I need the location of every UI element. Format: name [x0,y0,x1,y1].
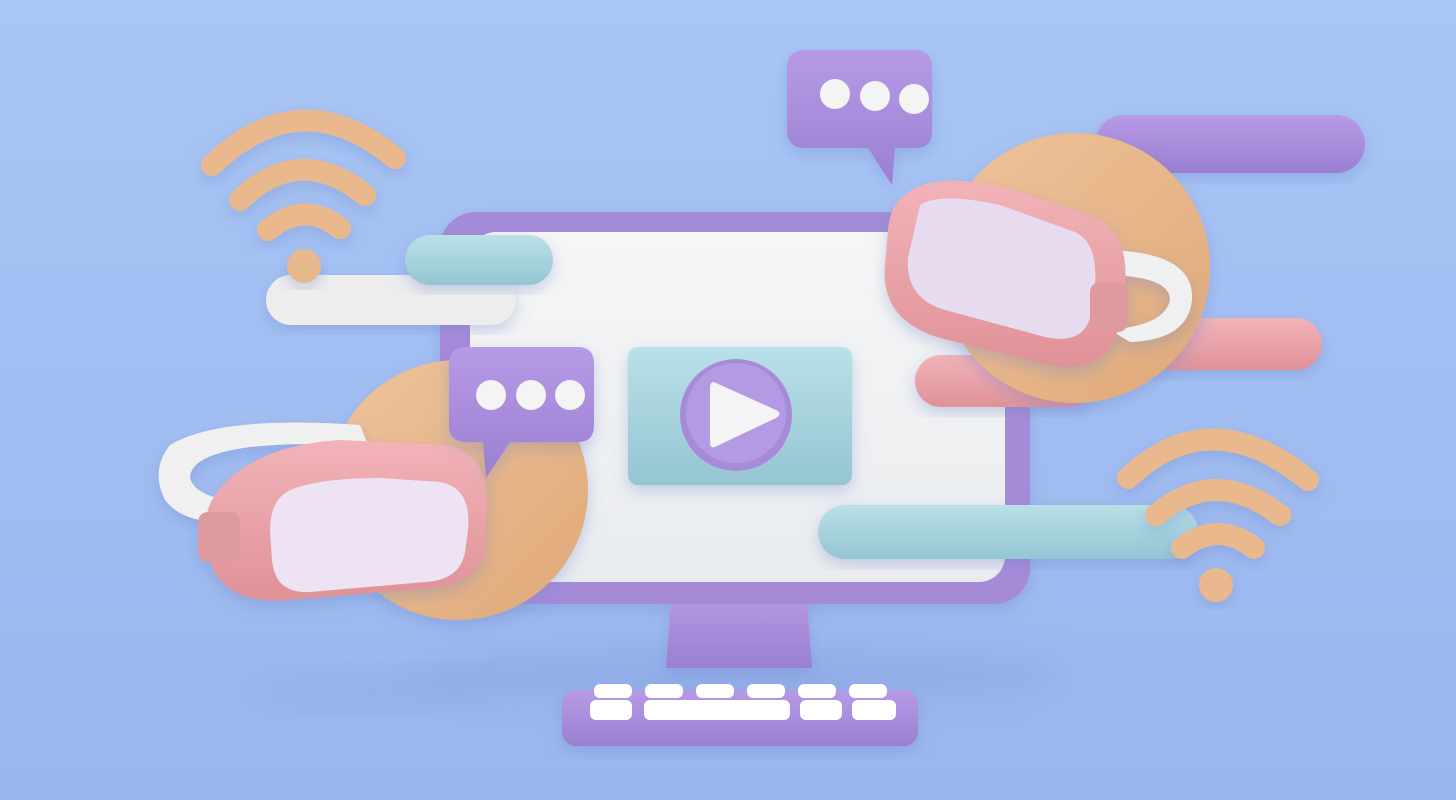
chat-dot [476,380,506,410]
wifi-dot [287,249,321,283]
video-player[interactable] [628,347,852,485]
wifi-dot [1199,568,1233,602]
vr-side-button-right [1090,282,1128,332]
vr-side-button-left [198,512,240,562]
blue-pill-bottom-right [818,505,1198,559]
chat-dot [555,380,585,410]
illustration-canvas [0,0,1456,800]
chat-dot [899,84,929,114]
keyboard-icon [562,684,918,746]
vr-visor-left [270,478,469,593]
blue-pill-top-left [405,235,553,285]
illustration-scene [0,0,1456,800]
chat-dot [516,380,546,410]
ground-shadow-left [240,676,500,704]
chat-dot [820,79,850,109]
chat-dot [860,81,890,111]
